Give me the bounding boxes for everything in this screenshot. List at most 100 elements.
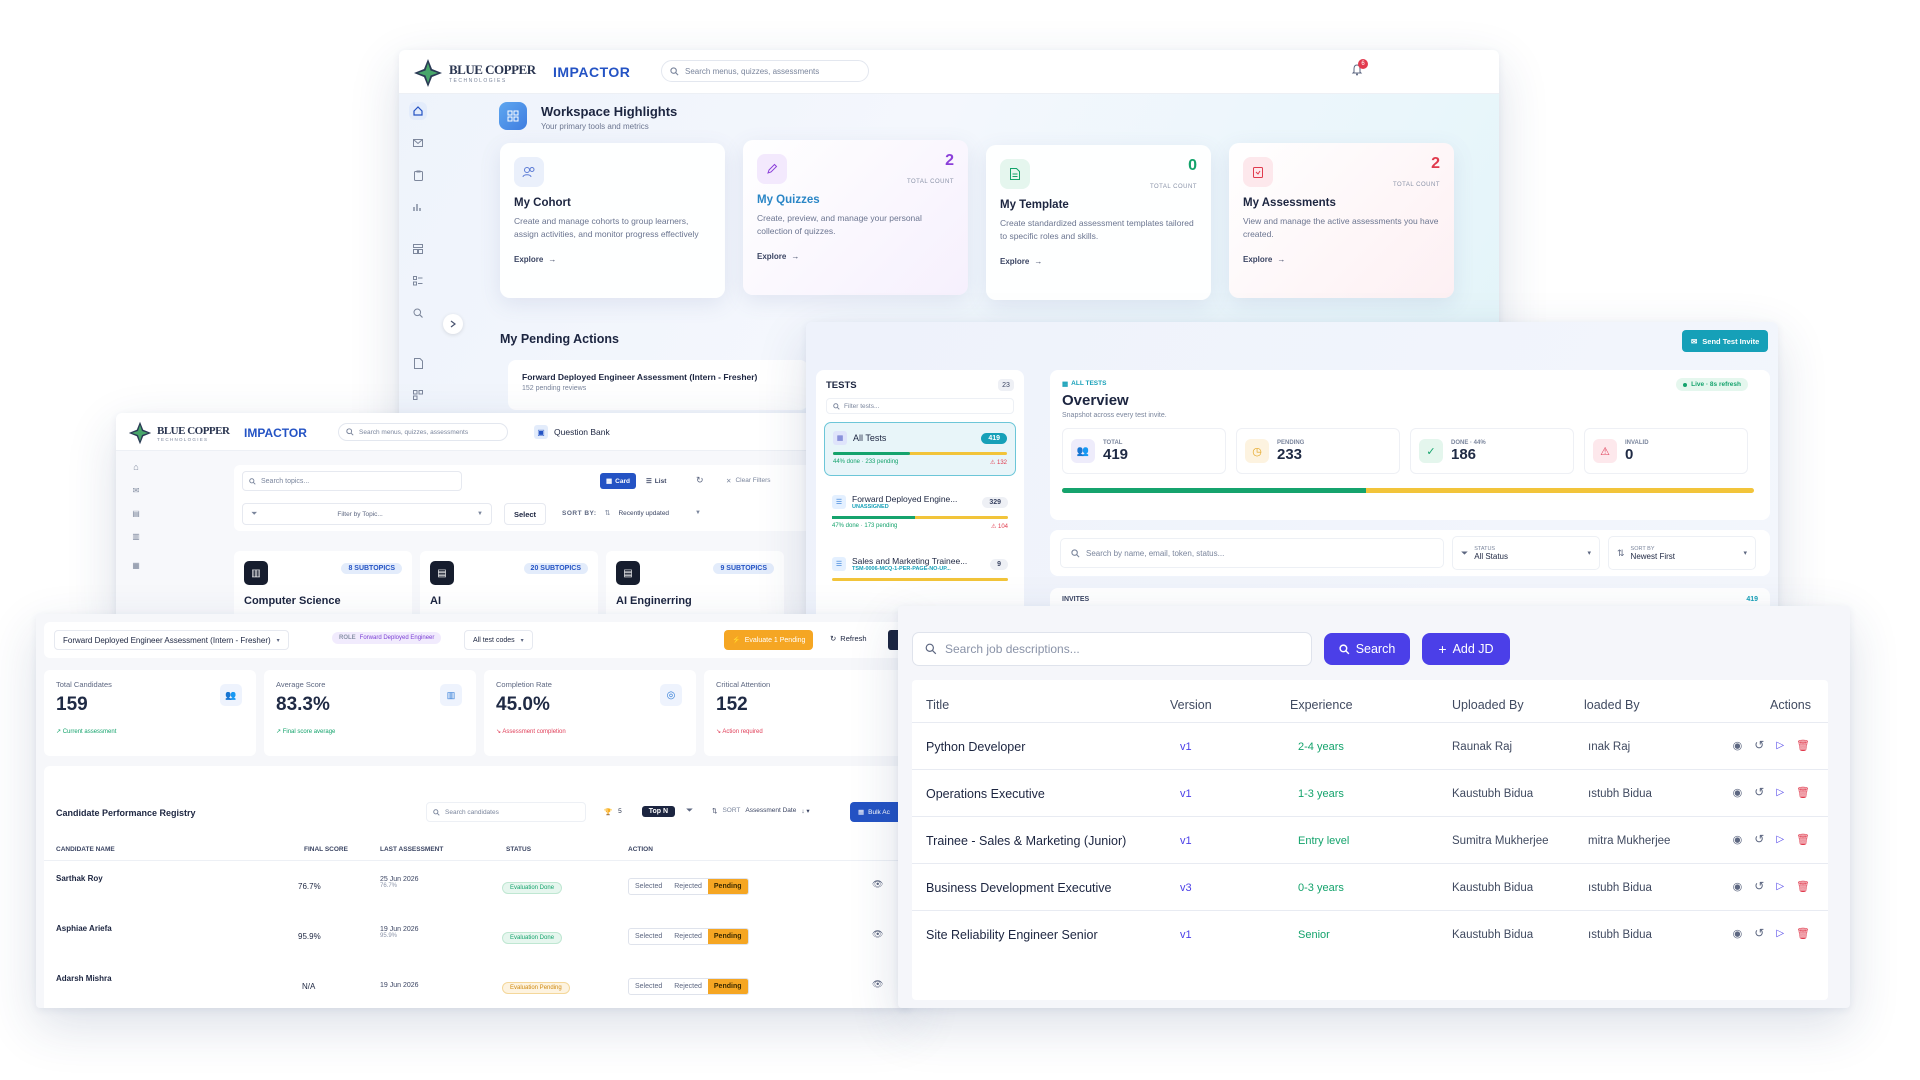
selected-option[interactable]: Selected	[629, 879, 668, 894]
filter-icon[interactable]: ⏷	[686, 805, 693, 816]
play-icon[interactable]: ▷	[1776, 881, 1784, 892]
test-codes-select[interactable]: All test codes ▾	[464, 630, 533, 650]
test-item[interactable]: ☰ Forward Deployed Engine... UNASSIGNED …	[824, 486, 1016, 540]
sidebar-document-icon[interactable]	[409, 354, 427, 372]
sidebar-clipboard-icon[interactable]: ▤	[130, 507, 142, 519]
topic-search[interactable]: Search topics...	[242, 471, 462, 491]
trash-icon[interactable]: 🗑	[1796, 786, 1810, 799]
history-icon[interactable]: ↺	[1754, 785, 1764, 799]
sidebar-search-settings-icon[interactable]	[409, 304, 427, 322]
sidebar-layout-icon[interactable]	[409, 240, 427, 258]
refresh-icon[interactable]: ↻	[696, 475, 704, 486]
sidebar-mail-icon[interactable]: ✉	[130, 484, 142, 496]
topic-card[interactable]: ▥ 8 SUBTOPICS Computer Science	[234, 551, 412, 623]
top-n-button[interactable]: Top N	[641, 806, 676, 817]
sidebar-home-icon[interactable]	[409, 102, 427, 120]
header-overflow[interactable]	[888, 630, 898, 650]
view-icon[interactable]: 👁	[872, 879, 883, 890]
table-row[interactable]: Asphiae Ariefa 95.9% 19 Jun 2026 95.9% Ev…	[44, 912, 912, 962]
topic-card[interactable]: ▤ 20 SUBTOPICS AI	[420, 551, 598, 623]
card-my-assessments[interactable]: 2 TOTAL COUNT My Assessments View and man…	[1229, 143, 1454, 298]
sidebar-home-icon[interactable]: ⌂	[130, 461, 142, 473]
clear-filters-button[interactable]: ✕ Clear Filters	[726, 477, 771, 485]
sidebar-grid-icon[interactable]	[409, 386, 427, 404]
table-row[interactable]: Python Developer v1 2-4 years Raunak Raj…	[912, 722, 1828, 769]
brand-logo[interactable]: BLUE COPPER TECHNOLOGIES	[413, 58, 536, 88]
selected-option[interactable]: Selected	[629, 979, 668, 994]
play-icon[interactable]: ▷	[1776, 928, 1784, 939]
card-my-cohort[interactable]: My Cohort Create and manage cohorts to g…	[500, 143, 725, 298]
table-row[interactable]: Adarsh Mishra N/A 19 Jun 2026 Evaluation…	[44, 962, 912, 1008]
trash-icon[interactable]: 🗑	[1796, 927, 1810, 940]
invite-search[interactable]: Search by name, email, token, status...	[1060, 538, 1444, 568]
eye-icon[interactable]: ◉	[1733, 739, 1743, 752]
history-icon[interactable]: ↺	[1754, 879, 1764, 893]
pending-option[interactable]: Pending	[707, 929, 748, 944]
list-view-button[interactable]: ☰ List	[640, 473, 672, 489]
view-icon[interactable]: 👁	[872, 979, 883, 990]
test-item-all[interactable]: ▦ All Tests 419 44% done · 233 pending ⚠…	[824, 422, 1016, 476]
select-button[interactable]: Select	[504, 503, 546, 525]
explore-link[interactable]: Explore →	[1243, 255, 1440, 264]
table-row[interactable]: Operations Executive v1 1-3 years Kaustu…	[912, 769, 1828, 816]
sidebar-list-icon[interactable]	[409, 272, 427, 290]
view-icon[interactable]: 👁	[872, 929, 883, 940]
sidebar-expand-button[interactable]	[443, 314, 463, 334]
candidate-search[interactable]: Search candidates	[426, 802, 586, 822]
eye-icon[interactable]: ◉	[1733, 927, 1743, 940]
send-test-invite-button[interactable]: ✉ Send Test Invite	[1682, 330, 1769, 352]
evaluate-pending-button[interactable]: ⚡ Evaluate 1 Pending	[724, 630, 814, 650]
refresh-button[interactable]: ↻ Refresh	[830, 634, 867, 643]
topic-filter-select[interactable]: ⏷ Filter by Topic... ▼	[242, 503, 492, 525]
trash-icon[interactable]: 🗑	[1796, 833, 1810, 846]
selected-option[interactable]: Selected	[629, 929, 668, 944]
rejected-option[interactable]: Rejected	[668, 979, 708, 994]
sidebar-chart-icon[interactable]	[409, 198, 427, 216]
eye-icon[interactable]: ◉	[1733, 833, 1743, 846]
add-jd-button[interactable]: + Add JD	[1422, 633, 1510, 665]
history-icon[interactable]: ↺	[1754, 832, 1764, 846]
jd-title[interactable]: Trainee - Sales & Marketing (Junior)	[926, 834, 1126, 848]
status-select[interactable]: ⏷ STATUS All Status ▾	[1452, 536, 1600, 570]
table-row[interactable]: Sarthak Roy 76.7% 25 Jun 2026 76.7% Evalu…	[44, 862, 912, 912]
table-row[interactable]: Site Reliability Engineer Senior v1 Seni…	[912, 910, 1828, 957]
sortby-select[interactable]: ⇅ SORT BY Newest First ▾	[1608, 536, 1756, 570]
top-n-control[interactable]: 🏆 5 Top N	[604, 806, 676, 817]
trash-icon[interactable]: 🗑	[1796, 739, 1810, 752]
brand-logo[interactable]: BLUE COPPER TECHNOLOGIES	[128, 421, 230, 445]
history-icon[interactable]: ↺	[1754, 926, 1764, 940]
play-icon[interactable]: ▷	[1776, 787, 1784, 798]
jd-title[interactable]: Business Development Executive	[926, 881, 1112, 895]
action-segmented[interactable]: Selected Rejected Pending	[628, 978, 749, 995]
sidebar-chart-icon[interactable]: ▥	[130, 530, 142, 542]
sort-control[interactable]: SORT BY: ⇅ Recently updated ▼	[562, 509, 701, 518]
breadcrumb-question-bank[interactable]: ▣ Question Bank	[534, 425, 610, 439]
play-icon[interactable]: ▷	[1776, 740, 1784, 751]
table-row[interactable]: Trainee - Sales & Marketing (Junior) v1 …	[912, 816, 1828, 863]
action-segmented[interactable]: Selected Rejected Pending	[628, 928, 749, 945]
eye-icon[interactable]: ◉	[1733, 880, 1743, 893]
card-view-button[interactable]: ▦ Card	[600, 473, 636, 489]
eye-icon[interactable]: ◉	[1733, 786, 1743, 799]
trash-icon[interactable]: 🗑	[1796, 880, 1810, 893]
topic-card[interactable]: ▤ 9 SUBTOPICS AI Enginerring	[606, 551, 784, 623]
registry-sort[interactable]: ⇅ SORT Assessment Date ↓ ▾	[712, 807, 810, 815]
explore-link[interactable]: Explore →	[757, 252, 954, 261]
global-search[interactable]: Search menus, quizzes, assessments	[661, 60, 869, 82]
explore-link[interactable]: Explore →	[514, 255, 711, 264]
pending-action-item[interactable]: Forward Deployed Engineer Assessment (In…	[508, 360, 808, 410]
sidebar-clipboard-icon[interactable]	[409, 166, 427, 184]
pending-option[interactable]: Pending	[707, 879, 748, 894]
sidebar-layout-icon[interactable]: ▦	[130, 559, 142, 571]
test-item[interactable]: ☰ Sales and Marketing Trainee... TSM-000…	[824, 548, 1016, 602]
rejected-option[interactable]: Rejected	[668, 879, 708, 894]
global-search[interactable]: Search menus, quizzes, assessments	[338, 423, 508, 441]
assessment-select[interactable]: Forward Deployed Engineer Assessment (In…	[54, 630, 289, 650]
pending-option[interactable]: Pending	[707, 979, 748, 994]
tests-filter-input[interactable]: Filter tests...	[826, 398, 1014, 414]
action-segmented[interactable]: Selected Rejected Pending	[628, 878, 749, 895]
table-row[interactable]: Business Development Executive v3 0-3 ye…	[912, 863, 1828, 910]
notification-bell[interactable]: 6	[1351, 59, 1368, 80]
rejected-option[interactable]: Rejected	[668, 929, 708, 944]
explore-link[interactable]: Explore →	[1000, 257, 1197, 266]
